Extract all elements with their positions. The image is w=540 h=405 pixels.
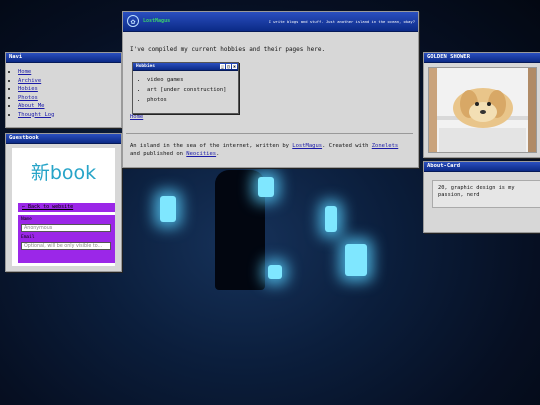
navi-window: Navi Home Archive Hobies Photos About Me… — [5, 52, 122, 128]
email-field[interactable]: Optional, will be only visible to... — [21, 242, 111, 250]
neocities-link[interactable]: Neocities — [186, 151, 216, 157]
hobby-item[interactable]: art [under construction] — [147, 85, 238, 95]
hobby-item[interactable]: video games — [147, 75, 238, 85]
guestbook-logo: 新book — [30, 162, 97, 184]
home-link[interactable]: Home — [130, 114, 143, 120]
window-controls: _ □ × — [220, 64, 237, 69]
hobbies-title-bar: Hobbies _ □ × — [133, 63, 238, 71]
navi-title: Navi — [6, 53, 121, 63]
screen-glow — [268, 265, 282, 279]
screen-glow — [325, 206, 337, 232]
hobbies-title: Hobbies — [136, 64, 155, 69]
footer-pre: An island in the sea of the internet, wr… — [130, 143, 293, 149]
site-tagline: I write blogs and stuff. Just another is… — [268, 19, 415, 24]
screen-glow — [345, 244, 367, 276]
divider — [126, 133, 413, 134]
nav-link-photos[interactable]: Photos — [18, 95, 38, 101]
navi-item: Thought Log — [18, 111, 121, 120]
footer-and: and published on — [130, 151, 187, 157]
navi-list: Home Archive Hobies Photos About Me Thou… — [6, 68, 121, 119]
nav-link-thought-log[interactable]: Thought Log — [18, 112, 54, 118]
footer-text: An island in the sea of the internet, wr… — [130, 142, 410, 158]
nav-link-about-me[interactable]: About Me — [18, 103, 45, 109]
hobbies-window: Hobbies _ □ × video games art [under con… — [132, 62, 239, 114]
main-window: ✿ LostMagus I write blogs and stuff. Jus… — [122, 11, 419, 168]
back-link-text[interactable]: ← Back to website — [22, 204, 73, 210]
zonelets-link[interactable]: Zonelets — [372, 143, 399, 149]
navi-item: Archive — [18, 77, 121, 86]
puppy-photo — [428, 67, 537, 153]
close-icon[interactable]: × — [232, 64, 237, 69]
puppy-image — [429, 68, 536, 152]
maximize-icon[interactable]: □ — [226, 64, 231, 69]
site-logo-icon[interactable]: ✿ — [127, 15, 139, 27]
name-field[interactable]: Anonymous — [21, 224, 111, 232]
intro-text: I've compiled my current hobbies and the… — [130, 46, 326, 53]
hobby-item[interactable]: photos — [147, 95, 238, 105]
nav-link-archive[interactable]: Archive — [18, 78, 41, 84]
navi-item: About Me — [18, 102, 121, 111]
nav-link-hobies[interactable]: Hobies — [18, 86, 38, 92]
golden-title: GOLDEN SHOWER — [424, 53, 540, 63]
golden-shower-window: GOLDEN SHOWER — [423, 52, 540, 158]
nav-link-home[interactable]: Home — [18, 69, 31, 75]
navi-item: Hobies — [18, 85, 121, 94]
author-link[interactable]: LostMagus — [292, 143, 322, 149]
main-header: ✿ LostMagus I write blogs and stuff. Jus… — [123, 12, 418, 32]
about-title: About-Card — [424, 162, 540, 172]
guestbook-title: Guestbook — [6, 134, 121, 144]
minimize-icon[interactable]: _ — [220, 64, 225, 69]
guestbook-form: Name Anonymous Email Optional, will be o… — [18, 215, 115, 263]
back-to-website-link[interactable]: ← Back to website — [18, 203, 115, 212]
guestbook-window: Guestbook 新book ← Back to website Name A… — [5, 133, 122, 272]
footer-end: . — [216, 151, 220, 157]
screen-glow — [258, 177, 274, 197]
guestbook-embed: 新book ← Back to website Name Anonymous E… — [12, 148, 115, 266]
name-label: Name — [21, 217, 32, 222]
navi-item: Photos — [18, 94, 121, 103]
about-card-window: About-Card 20, graphic design is my pass… — [423, 161, 540, 233]
site-name[interactable]: LostMagus — [143, 12, 170, 31]
about-text: 20, graphic design is my passion, nerd — [432, 180, 540, 208]
navi-item: Home — [18, 68, 121, 77]
footer-mid: . Created with — [322, 143, 372, 149]
screen-glow — [160, 196, 176, 222]
hobbies-list: video games art [under construction] pho… — [133, 75, 238, 105]
email-label: Email — [21, 235, 35, 240]
